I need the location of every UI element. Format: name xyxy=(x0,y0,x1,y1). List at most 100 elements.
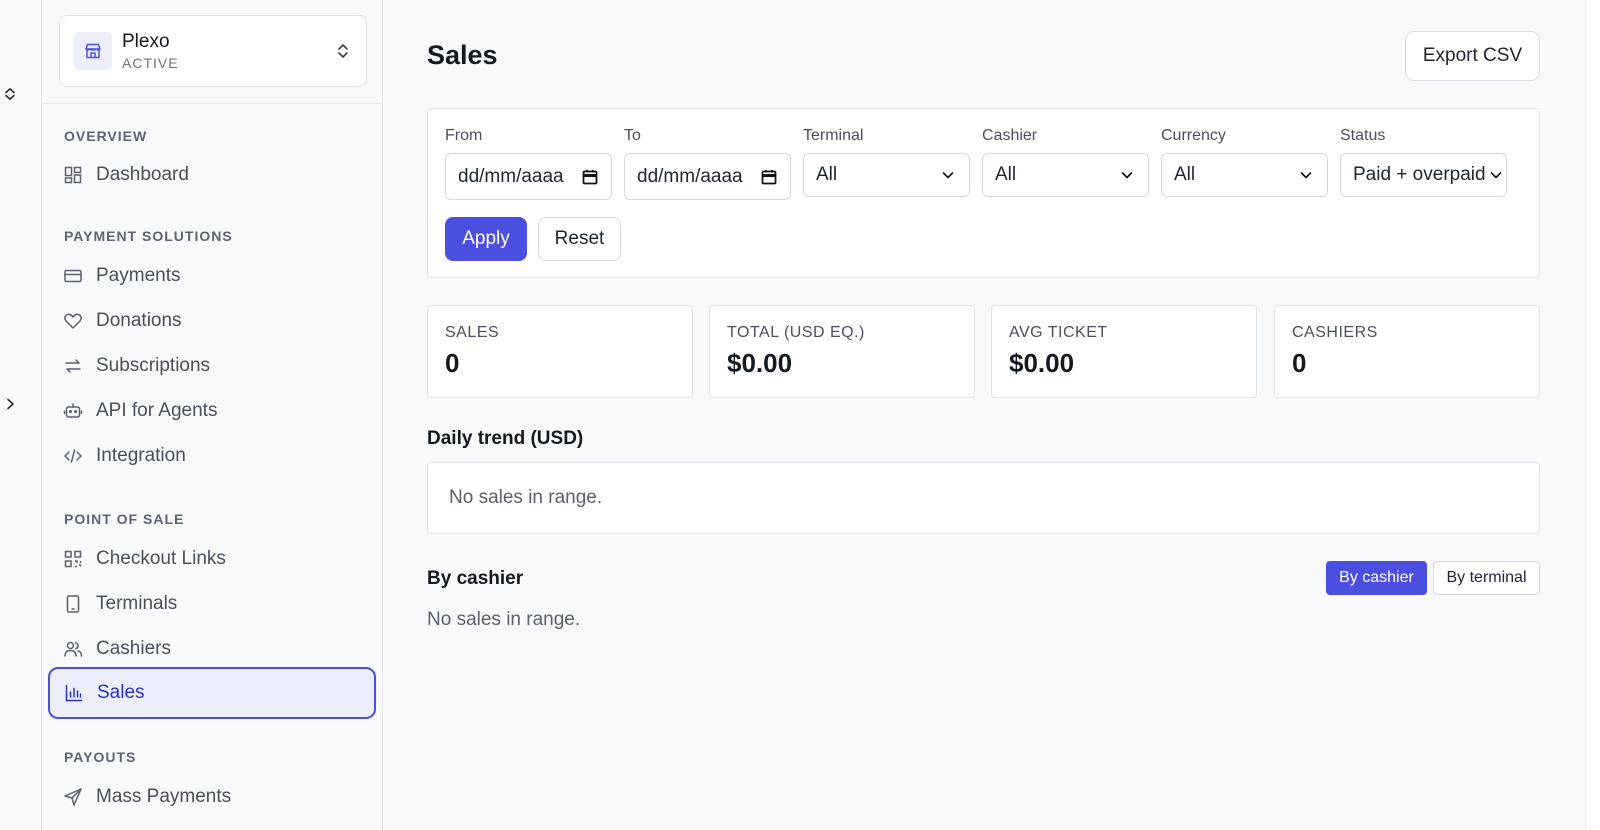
section-label-payouts: PAYOUTS xyxy=(64,749,137,765)
sidebar-item-label: Payments xyxy=(96,265,181,286)
chevron-down-icon xyxy=(1118,166,1136,184)
filter-currency: Currency All xyxy=(1161,127,1328,197)
sidebar-item-label: Sales xyxy=(97,682,145,703)
sidebar-item-label: API for Agents xyxy=(96,400,218,421)
from-date-value: dd/mm/aaaa xyxy=(458,165,564,187)
credit-card-icon xyxy=(63,266,83,286)
sidebar-item-label: Donations xyxy=(96,310,182,331)
from-date-input[interactable]: dd/mm/aaaa xyxy=(445,153,612,200)
dashboard-icon xyxy=(63,165,83,185)
status-select-value: Paid + overpaid xyxy=(1353,164,1486,185)
kpi-value: $0.00 xyxy=(1009,348,1075,378)
sidebar-item-terminals[interactable]: Terminals xyxy=(49,584,377,624)
sidebar-item-dashboard[interactable]: Dashboard xyxy=(49,155,377,195)
currency-select-value: All xyxy=(1174,164,1196,185)
sidebar-item-label: Terminals xyxy=(96,593,178,614)
code-icon xyxy=(63,446,83,466)
robot-icon xyxy=(63,401,83,421)
collapse-toggle-icon[interactable] xyxy=(2,83,18,105)
terminal-select-value: All xyxy=(816,164,838,185)
status-select[interactable]: Paid + overpaid xyxy=(1340,153,1507,197)
sidebar: Plexo ACTIVE OVERVIEW Dashboard PAYMENT … xyxy=(42,0,383,830)
sidebar-item-sales[interactable]: Sales xyxy=(48,667,376,719)
filters-panel: From dd/mm/aaaa To dd/mm/aaaa Terminal A… xyxy=(427,108,1540,278)
kpi-label: AVG TICKET xyxy=(1009,324,1108,341)
org-switcher[interactable]: Plexo ACTIVE xyxy=(59,15,367,87)
kpi-card-cashiers: CASHIERS 0 xyxy=(1274,305,1540,398)
org-status: ACTIVE xyxy=(122,55,179,71)
filter-label: Terminal xyxy=(803,127,864,144)
cashier-select-value: All xyxy=(995,164,1017,185)
filter-cashier: Cashier All xyxy=(982,127,1149,197)
export-csv-button[interactable]: Export CSV xyxy=(1405,31,1540,81)
sidebar-item-cashiers[interactable]: Cashiers xyxy=(49,629,377,669)
filter-label: Cashier xyxy=(982,127,1038,144)
section-label-point-of-sale: POINT OF SALE xyxy=(64,511,185,527)
store-icon xyxy=(74,32,112,70)
sidebar-item-label: Subscriptions xyxy=(96,355,211,376)
filter-to: To dd/mm/aaaa xyxy=(624,127,791,200)
to-date-value: dd/mm/aaaa xyxy=(637,165,743,187)
sidebar-item-checkout-links[interactable]: Checkout Links xyxy=(49,539,377,579)
kpi-value: 0 xyxy=(1292,348,1307,378)
toggle-by-cashier[interactable]: By cashier xyxy=(1326,561,1427,595)
kpi-value: $0.00 xyxy=(727,348,793,378)
tablet-icon xyxy=(63,594,83,614)
kpi-label: TOTAL (USD EQ.) xyxy=(727,324,865,341)
kpi-label: CASHIERS xyxy=(1292,324,1378,341)
repeat-icon xyxy=(63,356,83,376)
kpi-card-total: TOTAL (USD EQ.) $0.00 xyxy=(709,305,975,398)
sidebar-item-integration[interactable]: Integration xyxy=(49,436,377,476)
sidebar-divider xyxy=(42,103,383,104)
daily-trend-panel: No sales in range. xyxy=(427,462,1540,534)
daily-trend-title: Daily trend (USD) xyxy=(427,428,584,449)
sidebar-item-subscriptions[interactable]: Subscriptions xyxy=(49,346,377,386)
section-label-overview: OVERVIEW xyxy=(64,128,148,144)
bar-chart-icon xyxy=(64,683,84,703)
terminal-select[interactable]: All xyxy=(803,153,970,197)
chevron-down-icon xyxy=(1490,166,1502,184)
sidebar-item-api-agents[interactable]: API for Agents xyxy=(49,391,377,431)
trend-empty-message: No sales in range. xyxy=(449,487,603,508)
send-icon xyxy=(63,787,83,807)
currency-select[interactable]: All xyxy=(1161,153,1328,197)
chevron-down-icon xyxy=(939,166,957,184)
filter-label: From xyxy=(445,127,483,144)
calendar-icon[interactable] xyxy=(760,168,778,186)
breakdown-empty-message: No sales in range. xyxy=(427,609,581,630)
scrollbar[interactable] xyxy=(1585,0,1600,830)
sidebar-item-payments[interactable]: Payments xyxy=(49,256,377,296)
kpi-card-sales: SALES 0 xyxy=(427,305,693,398)
page-title: Sales xyxy=(427,40,498,70)
sidebar-item-label: Checkout Links xyxy=(96,548,226,569)
left-rail xyxy=(0,0,42,830)
toggle-by-terminal[interactable]: By terminal xyxy=(1433,561,1540,595)
sidebar-item-label: Dashboard xyxy=(96,164,189,185)
expand-chevron-icon[interactable] xyxy=(2,393,18,415)
chevron-down-icon xyxy=(1297,166,1315,184)
filter-label: Status xyxy=(1340,127,1386,144)
cashier-select[interactable]: All xyxy=(982,153,1149,197)
kpi-card-avg-ticket: AVG TICKET $0.00 xyxy=(991,305,1257,398)
sidebar-item-donations[interactable]: Donations xyxy=(49,301,377,341)
filter-from: From dd/mm/aaaa xyxy=(445,127,612,200)
kpi-value: 0 xyxy=(445,348,460,378)
sidebar-item-label: Cashiers xyxy=(96,638,171,659)
calendar-icon[interactable] xyxy=(581,168,599,186)
reset-button[interactable]: Reset xyxy=(538,217,621,261)
filter-label: To xyxy=(624,127,641,144)
users-icon xyxy=(63,639,83,659)
apply-button[interactable]: Apply xyxy=(445,217,527,261)
sidebar-item-mass-payments[interactable]: Mass Payments xyxy=(49,777,377,817)
section-label-payment-solutions: PAYMENT SOLUTIONS xyxy=(64,228,233,244)
filter-label: Currency xyxy=(1161,127,1226,144)
org-name: Plexo xyxy=(122,31,170,52)
chevron-up-down-icon xyxy=(336,41,352,61)
sidebar-item-label: Integration xyxy=(96,445,186,466)
kpi-label: SALES xyxy=(445,324,500,341)
heart-icon xyxy=(63,311,83,331)
to-date-input[interactable]: dd/mm/aaaa xyxy=(624,153,791,200)
sidebar-item-label: Mass Payments xyxy=(96,786,232,807)
by-cashier-title: By cashier xyxy=(427,568,524,589)
main-content: Sales Export CSV From dd/mm/aaaa To dd/m… xyxy=(427,0,1540,830)
